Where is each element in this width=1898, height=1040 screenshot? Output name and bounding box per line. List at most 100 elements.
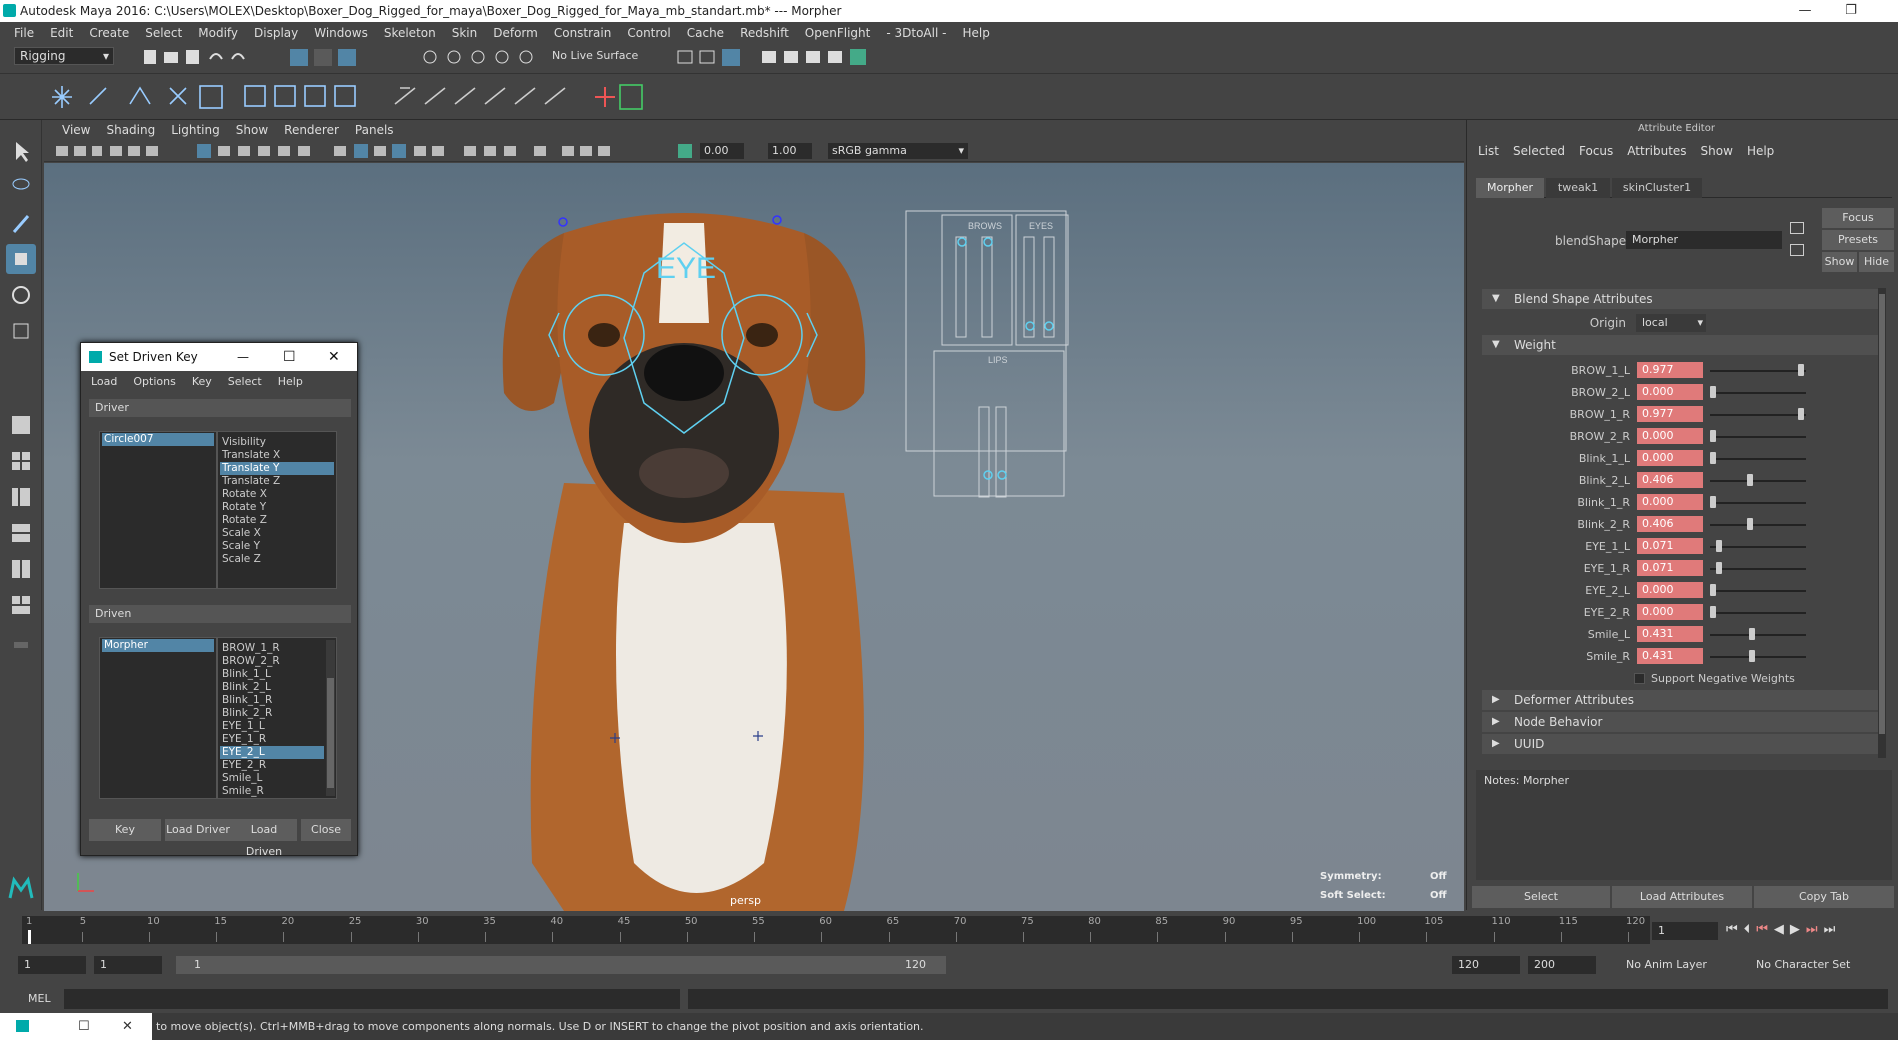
layout-four-button[interactable] bbox=[6, 446, 36, 476]
weight-value-field[interactable]: 0.431 bbox=[1637, 626, 1703, 642]
driven-scrollbar-thumb[interactable] bbox=[327, 678, 334, 788]
far-clip-field[interactable]: 1.00 bbox=[768, 143, 812, 159]
driver-object-item[interactable]: Circle007 bbox=[102, 433, 214, 446]
sdk-menu-load[interactable]: Load bbox=[91, 373, 117, 391]
weight-slider-handle[interactable] bbox=[1710, 430, 1716, 442]
driven-attr-item[interactable]: Blink_2_R bbox=[220, 707, 324, 720]
weight-value-field[interactable]: 0.000 bbox=[1637, 582, 1703, 598]
current-time-marker[interactable] bbox=[28, 930, 31, 944]
minimized-window-tab[interactable]: ☐ ✕ bbox=[0, 1013, 152, 1040]
weight-slider-track[interactable] bbox=[1710, 590, 1806, 592]
weight-value-field[interactable]: 0.000 bbox=[1637, 384, 1703, 400]
ae-menu-selected[interactable]: Selected bbox=[1513, 144, 1565, 158]
driven-attr-item[interactable]: BROW_1_R bbox=[220, 642, 324, 655]
deformer-attributes-header[interactable]: ▶ Deformer Attributes bbox=[1482, 690, 1878, 710]
weight-slider-handle[interactable] bbox=[1797, 364, 1804, 376]
driven-attr-item[interactable]: Blink_1_R bbox=[220, 694, 324, 707]
menu-constrain[interactable]: Constrain bbox=[546, 22, 620, 44]
menu-edit[interactable]: Edit bbox=[42, 22, 81, 44]
driver-attr-item[interactable]: Translate Z bbox=[220, 475, 334, 488]
driven-attr-item[interactable]: EYE_2_L bbox=[220, 746, 324, 759]
step-back-key-icon[interactable]: ⏮ bbox=[1756, 922, 1768, 940]
ae-scrollbar-thumb[interactable] bbox=[1879, 294, 1885, 734]
sdk-load-driver-button[interactable]: Load Driver bbox=[165, 819, 231, 841]
driven-object-item[interactable]: Morpher bbox=[102, 639, 214, 652]
driver-attr-item[interactable]: Rotate X bbox=[220, 488, 334, 501]
viewport-menu-show[interactable]: Show bbox=[228, 120, 276, 140]
character-set-dropdown[interactable]: No Character Set bbox=[1750, 956, 1870, 974]
close-icon[interactable]: ✕ bbox=[122, 1013, 133, 1040]
weight-value-field[interactable]: 0.000 bbox=[1637, 604, 1703, 620]
driver-attr-item[interactable]: Translate X bbox=[220, 449, 334, 462]
restore-icon[interactable]: ☐ bbox=[78, 1013, 90, 1040]
driven-attr-item[interactable]: EYE_1_R bbox=[220, 733, 324, 746]
driven-attr-item[interactable]: Smile_L bbox=[220, 772, 324, 785]
weight-value-field[interactable]: 0.406 bbox=[1637, 472, 1703, 488]
ae-hide-button[interactable]: Hide bbox=[1859, 252, 1894, 272]
menu-openflight[interactable]: OpenFlight bbox=[797, 22, 879, 44]
sdk-maximize-button[interactable]: ☐ bbox=[283, 343, 296, 371]
menu-3dtoall[interactable]: - 3DtoAll - bbox=[878, 22, 954, 44]
driven-attr-item[interactable]: Blink_2_L bbox=[220, 681, 324, 694]
menu-create[interactable]: Create bbox=[81, 22, 137, 44]
weight-value-field[interactable]: 0.000 bbox=[1637, 494, 1703, 510]
ae-show-button[interactable]: Show bbox=[1822, 252, 1857, 272]
select-tool[interactable] bbox=[6, 136, 36, 166]
driven-attr-list[interactable]: BROW_1_R BROW_2_R Blink_1_L Blink_2_L Blink_… bbox=[217, 637, 337, 799]
end-time-field[interactable]: 200 bbox=[1528, 956, 1596, 974]
weight-slider-track[interactable] bbox=[1710, 480, 1806, 482]
color-space-dropdown[interactable]: sRGB gamma ▾ bbox=[828, 143, 968, 159]
driven-attr-item[interactable]: EYE_1_L bbox=[220, 720, 324, 733]
start-time-field[interactable]: 1 bbox=[18, 956, 86, 974]
play-forward-icon[interactable]: ▶ bbox=[1790, 922, 1800, 940]
move-tool[interactable] bbox=[6, 244, 36, 274]
weight-slider-track[interactable] bbox=[1710, 436, 1806, 438]
snap-tools[interactable] bbox=[420, 47, 550, 67]
menu-skin[interactable]: Skin bbox=[444, 22, 486, 44]
weight-slider-track[interactable] bbox=[1710, 502, 1806, 504]
driven-attr-item[interactable]: Blink_1_L bbox=[220, 668, 324, 681]
support-negative-checkbox[interactable] bbox=[1634, 673, 1645, 684]
viewport-menu-shading[interactable]: Shading bbox=[98, 120, 163, 140]
weight-value-field[interactable]: 0.071 bbox=[1637, 538, 1703, 554]
layout-outliner-button[interactable] bbox=[6, 554, 36, 584]
sdk-key-button[interactable]: Key bbox=[89, 819, 161, 841]
scale-tool[interactable] bbox=[6, 316, 36, 346]
sdk-minimize-button[interactable]: — bbox=[237, 343, 249, 371]
range-slider-bar[interactable]: 1 120 bbox=[176, 956, 946, 974]
step-forward-key-icon[interactable]: ⏭ bbox=[1806, 922, 1818, 940]
tab-skincluster1[interactable]: skinCluster1 bbox=[1612, 178, 1702, 198]
tab-morpher[interactable]: Morpher bbox=[1476, 178, 1544, 198]
weight-slider-track[interactable] bbox=[1710, 546, 1806, 548]
driver-attr-item[interactable]: Rotate Z bbox=[220, 514, 334, 527]
driver-attr-list[interactable]: Visibility Translate X Translate Y Translat… bbox=[217, 431, 337, 589]
weight-slider-handle[interactable] bbox=[1716, 562, 1723, 574]
weight-slider-track[interactable] bbox=[1710, 392, 1806, 394]
driven-attr-item[interactable]: EYE_2_R bbox=[220, 759, 324, 772]
driven-attr-item[interactable]: BROW_2_R bbox=[220, 655, 324, 668]
playback-start-field[interactable]: 1 bbox=[94, 956, 162, 974]
weight-value-field[interactable]: 0.977 bbox=[1637, 362, 1703, 378]
viewport-menu-view[interactable]: View bbox=[54, 120, 98, 140]
driver-attr-item[interactable]: Rotate Y bbox=[220, 501, 334, 514]
driver-object-list[interactable]: Circle007 bbox=[99, 431, 217, 589]
current-frame-field[interactable]: 1 bbox=[1652, 922, 1718, 940]
driven-object-list[interactable]: Morpher bbox=[99, 637, 217, 799]
weight-value-field[interactable]: 0.000 bbox=[1637, 450, 1703, 466]
driver-attr-item[interactable]: Scale Y bbox=[220, 540, 334, 553]
play-backwards-icon[interactable]: ◀ bbox=[1774, 922, 1784, 940]
weight-slider-track[interactable] bbox=[1710, 458, 1806, 460]
output-icon[interactable] bbox=[1790, 244, 1804, 256]
ae-menu-focus[interactable]: Focus bbox=[1579, 144, 1613, 158]
viewport-menu-renderer[interactable]: Renderer bbox=[276, 120, 347, 140]
node-behavior-header[interactable]: ▶ Node Behavior bbox=[1482, 712, 1878, 732]
weight-slider-handle[interactable] bbox=[1748, 650, 1755, 662]
sdk-menu-select[interactable]: Select bbox=[228, 373, 262, 391]
viewport-menu-panels[interactable]: Panels bbox=[347, 120, 402, 140]
menu-deform[interactable]: Deform bbox=[485, 22, 546, 44]
sdk-close-action-button[interactable]: Close bbox=[301, 819, 351, 841]
go-to-end-icon[interactable]: ⏭ bbox=[1824, 922, 1836, 940]
tab-tweak1[interactable]: tweak1 bbox=[1546, 178, 1610, 198]
restore-button[interactable]: ❐ bbox=[1828, 0, 1874, 22]
playback-end-field[interactable]: 120 bbox=[1452, 956, 1520, 974]
